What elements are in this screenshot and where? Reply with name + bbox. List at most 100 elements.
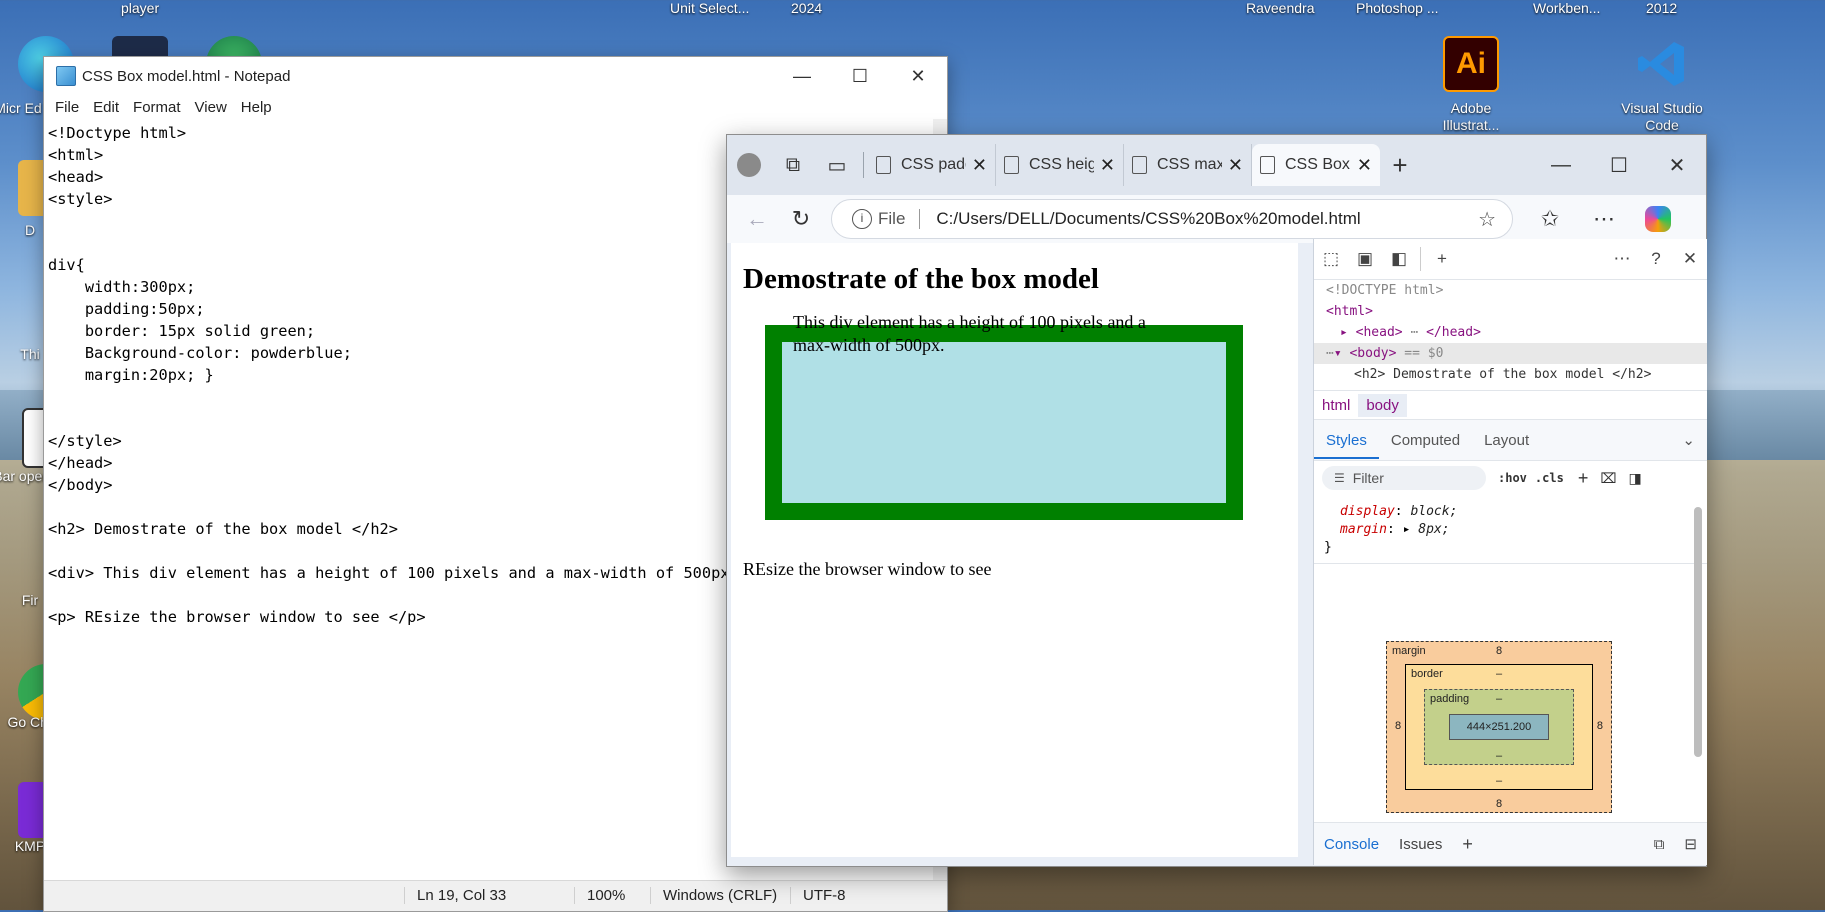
menu-view[interactable]: View <box>188 99 234 116</box>
bm-content-size: 444×251.200 <box>1466 721 1532 733</box>
chevron-down-icon[interactable]: ⌄ <box>1670 421 1707 459</box>
more-icon[interactable]: ⋯ <box>1577 206 1631 232</box>
style-rules[interactable]: display: block; margin: ▸ 8px; } <box>1314 495 1707 564</box>
vertical-tabs-icon[interactable]: ▭ <box>815 143 859 187</box>
bm-padding[interactable]: padding – – 444×251.200 <box>1424 689 1574 765</box>
styles-tabs: Styles Computed Layout ⌄ <box>1314 420 1707 461</box>
tab-styles[interactable]: Styles <box>1314 422 1379 459</box>
desktop-label-player: player <box>121 0 160 16</box>
collapse-drawer-icon[interactable]: ⊟ <box>1674 835 1707 853</box>
workspaces-icon[interactable]: ⧉ <box>771 143 815 187</box>
tree-node-selected[interactable]: ⋯▾ <body> == $0 <box>1314 343 1707 364</box>
vscode-icon[interactable] <box>1634 36 1690 92</box>
rule-close: } <box>1324 540 1332 555</box>
devtools-drawer: Console Issues + ⧉ ⊟ <box>1314 822 1707 865</box>
rule-val[interactable]: 8px; <box>1418 522 1449 537</box>
tab-issues[interactable]: Issues <box>1389 836 1452 853</box>
close-tab-icon[interactable]: ✕ <box>1100 155 1115 176</box>
favorite-star-icon[interactable]: ☆ <box>1478 207 1496 232</box>
tree-node[interactable]: <h2> Demostrate of the box model </h2> <box>1326 364 1707 385</box>
refresh-icon[interactable]: ↻ <box>779 199 823 239</box>
tab-computed[interactable]: Computed <box>1379 422 1472 459</box>
close-tab-icon[interactable]: ✕ <box>972 155 987 176</box>
maximize-icon[interactable]: ☐ <box>831 57 889 95</box>
tab-title: CSS height <box>1029 156 1094 173</box>
tab-console[interactable]: Console <box>1314 836 1389 853</box>
close-icon[interactable]: ✕ <box>889 57 947 95</box>
rule-val[interactable]: block; <box>1410 504 1457 519</box>
styles-scrollbar[interactable] <box>1693 477 1703 817</box>
profile-button[interactable] <box>727 143 771 187</box>
bm-border[interactable]: border – – padding – – 444×251.200 <box>1405 664 1593 790</box>
bm-padding-top: – <box>1495 693 1503 705</box>
cls-toggle[interactable]: .cls <box>1531 471 1568 485</box>
close-devtools-icon[interactable]: ✕ <box>1673 249 1707 269</box>
copilot-button[interactable] <box>1631 206 1685 232</box>
url-field[interactable]: i File C:/Users/DELL/Documents/CSS%20Box… <box>831 199 1513 239</box>
tab-layout[interactable]: Layout <box>1472 422 1541 459</box>
tab-title: CSS max-width <box>1157 156 1222 173</box>
help-icon[interactable]: ? <box>1639 249 1673 269</box>
page-icon <box>1004 156 1019 174</box>
notepad-app-icon <box>56 66 76 86</box>
tab-css-height[interactable]: CSS height ✕ <box>996 144 1124 186</box>
scroll-thumb[interactable] <box>1694 507 1702 757</box>
close-tab-icon[interactable]: ✕ <box>1228 155 1243 176</box>
hov-toggle[interactable]: :hov <box>1494 471 1531 485</box>
menu-file[interactable]: File <box>48 99 86 116</box>
tree-node[interactable]: ▸ <head> ⋯ </head> <box>1326 322 1707 343</box>
box-model-diagram: margin 8 8 8 8 border – – padding – – 44… <box>1386 641 1612 813</box>
adobe-illustrator-icon[interactable]: Ai <box>1443 36 1499 92</box>
tab-css-max-width[interactable]: CSS max-width ✕ <box>1124 144 1252 186</box>
add-drawer-tab-icon[interactable]: + <box>1452 834 1483 855</box>
tab-css-box-model[interactable]: CSS Box model ✕ <box>1252 144 1380 186</box>
ellipsis-icon[interactable]: ⋯ <box>1410 325 1418 340</box>
tree-node[interactable]: <html> <box>1326 301 1707 322</box>
tab-css-padding[interactable]: CSS padding ✕ <box>868 144 996 186</box>
info-icon[interactable]: i <box>852 209 872 229</box>
inspect-icon[interactable]: ⬚ <box>1314 249 1348 269</box>
bm-content[interactable]: 444×251.200 <box>1449 714 1549 740</box>
menu-help[interactable]: Help <box>234 99 279 116</box>
bm-margin[interactable]: margin 8 8 8 8 border – – padding – – 44… <box>1386 641 1612 813</box>
menu-format[interactable]: Format <box>126 99 188 116</box>
paint-icon[interactable]: ⌧ <box>1600 470 1616 487</box>
favorites-icon[interactable]: ✩ <box>1523 206 1577 232</box>
rule-prop[interactable]: display <box>1324 504 1395 519</box>
styles-toolbar: ☰ Filter :hov .cls + ⌧ ◨ <box>1314 461 1707 495</box>
minimize-icon[interactable]: — <box>773 57 831 95</box>
scheme-label: File <box>878 209 921 229</box>
rule-prop[interactable]: margin <box>1324 522 1387 537</box>
sidebar-toggle-icon[interactable]: ◨ <box>1628 470 1641 487</box>
dom-tree[interactable]: <!DOCTYPE html> <html> ▸ <head> ⋯ </head… <box>1314 280 1707 390</box>
minimize-icon[interactable]: — <box>1532 145 1590 185</box>
new-tab-button[interactable]: + <box>1380 150 1420 181</box>
more-icon[interactable]: ⋯ <box>1605 249 1639 269</box>
close-tab-icon[interactable]: ✕ <box>1357 155 1372 176</box>
tree-node[interactable]: <!DOCTYPE html> <box>1326 280 1707 301</box>
avatar <box>737 153 761 177</box>
dock-icon[interactable]: ◧ <box>1382 249 1416 269</box>
undock-icon[interactable]: ⧉ <box>1644 836 1675 853</box>
add-tool-icon[interactable]: + <box>1425 249 1459 269</box>
url-text: C:/Users/DELL/Documents/CSS%20Box%20mode… <box>936 209 1361 228</box>
filter-input[interactable]: ☰ Filter <box>1322 466 1486 490</box>
device-toggle-icon[interactable]: ▣ <box>1348 249 1382 269</box>
page-viewport[interactable]: Demostrate of the box model This div ele… <box>731 243 1298 857</box>
maximize-icon[interactable]: ☐ <box>1590 145 1648 185</box>
new-rule-icon[interactable]: + <box>1578 468 1589 489</box>
desktop-label-photoshop: Photoshop ... <box>1356 0 1439 16</box>
tree-node-head-close: </head> <box>1426 325 1481 340</box>
tab-title: CSS padding <box>901 156 966 173</box>
ellipsis-icon: ⋯ <box>1326 346 1334 361</box>
back-icon[interactable]: ← <box>735 199 779 239</box>
box-text: This div element has a height of 100 pix… <box>793 312 1146 355</box>
crumb-html[interactable]: html <box>1314 394 1358 417</box>
crumb-body[interactable]: body <box>1358 393 1407 417</box>
bm-padding-bottom: – <box>1495 750 1503 762</box>
menu-edit[interactable]: Edit <box>86 99 126 116</box>
rule-line: margin: ▸ 8px; <box>1324 521 1697 539</box>
notepad-titlebar[interactable]: CSS Box model.html - Notepad — ☐ ✕ <box>44 57 947 95</box>
desktop-label-vscode: Visual Studio Code <box>1621 100 1703 133</box>
close-icon[interactable]: ✕ <box>1648 145 1706 185</box>
